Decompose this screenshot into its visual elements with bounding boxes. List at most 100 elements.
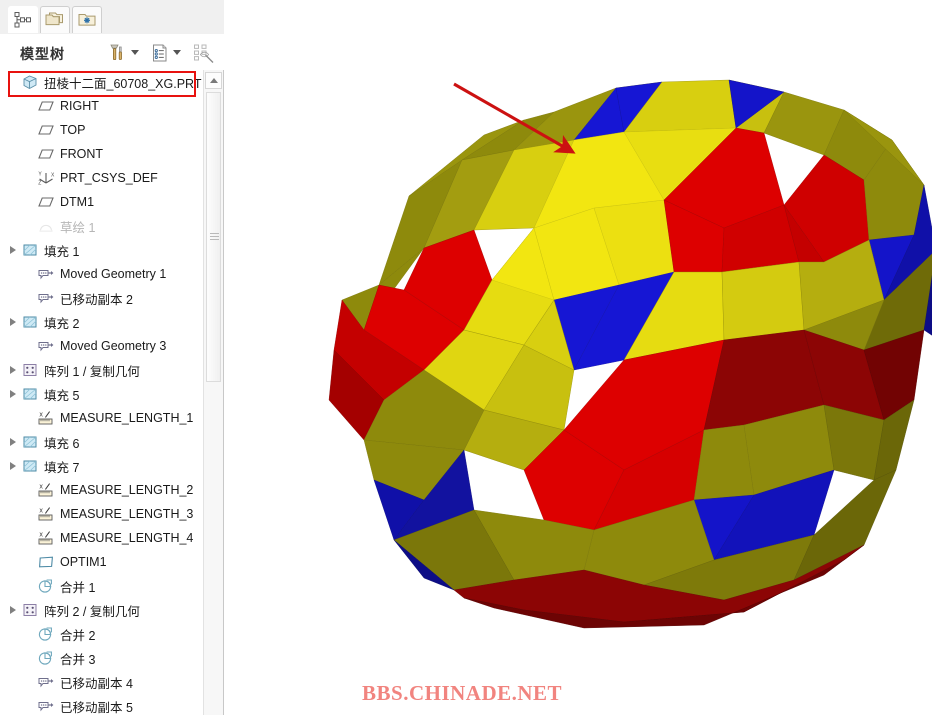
moved-geometry-icon xyxy=(36,264,56,284)
datum-plane-icon xyxy=(36,96,56,116)
tree-item-15[interactable]: 填充 6 xyxy=(0,430,203,454)
tab-model-tree[interactable] xyxy=(8,6,38,33)
measure-length-icon: x xyxy=(36,528,56,548)
svg-text:x: x xyxy=(39,484,43,491)
tree-item-4[interactable]: Y Z X PRT_CSYS_DEF xyxy=(0,166,203,190)
triangle-right-glyph xyxy=(10,246,16,254)
tree-item-label: OPTIM1 xyxy=(60,555,107,569)
polyhedron-model[interactable] xyxy=(224,0,932,715)
tree-vertical-scrollbar[interactable] xyxy=(203,70,223,715)
tree-item-18[interactable]: x MEASURE_LENGTH_3 xyxy=(0,502,203,526)
merge-icon xyxy=(38,651,52,665)
coord-system-icon: Y Z X xyxy=(38,172,55,187)
tree-item-label: MEASURE_LENGTH_4 xyxy=(60,531,194,545)
measure-length-icon: x xyxy=(38,531,53,545)
part-cube-icon xyxy=(23,75,37,90)
tree-item-20[interactable]: OPTIM1 xyxy=(0,550,203,574)
tree-item-17[interactable]: x MEASURE_LENGTH_2 xyxy=(0,478,203,502)
tree-item-8[interactable]: Moved Geometry 1 xyxy=(0,262,203,286)
pattern-icon xyxy=(23,364,37,376)
svg-text:Z: Z xyxy=(38,180,41,186)
tree-item-21[interactable]: 合并 1 xyxy=(0,574,203,598)
tree-item-23[interactable]: 合并 2 xyxy=(0,622,203,646)
tab-favorites[interactable] xyxy=(72,6,102,33)
quilt-icon xyxy=(39,556,54,568)
chevron-down-icon[interactable] xyxy=(131,50,139,55)
tree-item-2[interactable]: TOP xyxy=(0,118,203,142)
merge-icon xyxy=(38,579,52,593)
fill-surface-icon xyxy=(20,456,40,476)
tree-item-5[interactable]: DTM1 xyxy=(0,190,203,214)
application-window: 模型树 扭棱十二面_60708_XG.PRT RIGHT TOP FRONT Y… xyxy=(0,0,932,715)
scroll-thumb[interactable] xyxy=(206,92,221,382)
scroll-up-icon[interactable] xyxy=(205,72,222,89)
expand-triangle-icon[interactable] xyxy=(6,382,20,406)
expand-triangle-icon[interactable] xyxy=(6,238,20,262)
tree-item-0[interactable]: 扭棱十二面_60708_XG.PRT xyxy=(0,70,203,94)
tree-item-24[interactable]: 合并 3 xyxy=(0,646,203,670)
expand-triangle-icon[interactable] xyxy=(6,598,20,622)
settings-tools-icon[interactable] xyxy=(108,43,128,68)
model-tree-panel: 模型树 扭棱十二面_60708_XG.PRT RIGHT TOP FRONT Y… xyxy=(0,0,224,715)
svg-text:Y: Y xyxy=(38,172,42,178)
datum-plane-icon xyxy=(38,149,54,159)
tree-item-label: DTM1 xyxy=(60,195,95,209)
tree-item-6[interactable]: 草绘 1 xyxy=(0,214,203,238)
tree-item-9[interactable]: 已移动副本 2 xyxy=(0,286,203,310)
moved-geometry-icon xyxy=(38,342,54,352)
tree-item-25[interactable]: 已移动副本 4 xyxy=(0,670,203,694)
tree-item-26[interactable]: 已移动副本 5 xyxy=(0,694,203,715)
tree-item-label: MEASURE_LENGTH_3 xyxy=(60,507,194,521)
expand-triangle-icon[interactable] xyxy=(6,358,20,382)
tree-item-16[interactable]: 填充 7 xyxy=(0,454,203,478)
tree-item-label: 填充 1 xyxy=(44,244,80,259)
pattern-icon xyxy=(23,604,37,616)
tree-item-7[interactable]: 填充 1 xyxy=(0,238,203,262)
list-options-icon[interactable] xyxy=(150,43,170,68)
datum-plane-icon xyxy=(36,120,56,140)
chevron-down-icon[interactable] xyxy=(173,50,181,55)
tab-folders[interactable] xyxy=(40,6,70,33)
measure-length-icon: x xyxy=(36,408,56,428)
scroll-thumb-grip xyxy=(210,233,219,242)
expand-triangle-icon[interactable] xyxy=(6,310,20,334)
moved-geometry-icon xyxy=(38,270,54,280)
tree-item-22[interactable]: 阵列 2 / 复制几何 xyxy=(0,598,203,622)
tree-item-label: 已移动副本 2 xyxy=(60,292,133,307)
triangle-right-glyph xyxy=(10,390,16,398)
tree-item-11[interactable]: Moved Geometry 3 xyxy=(0,334,203,358)
tree-item-1[interactable]: RIGHT xyxy=(0,94,203,118)
model-tree-list[interactable]: 扭棱十二面_60708_XG.PRT RIGHT TOP FRONT Y Z X PRT… xyxy=(0,70,203,715)
svg-text:x: x xyxy=(39,412,43,419)
merge-icon xyxy=(38,627,52,641)
folder-stack-icon xyxy=(45,12,63,26)
tree-item-3[interactable]: FRONT xyxy=(0,142,203,166)
tree-item-13[interactable]: 填充 5 xyxy=(0,382,203,406)
filter-tree-icon[interactable] xyxy=(193,43,215,68)
moved-geometry-icon xyxy=(36,336,56,356)
svg-text:x: x xyxy=(39,508,43,515)
fill-surface-icon xyxy=(20,432,40,452)
tree-item-12[interactable]: 阵列 1 / 复制几何 xyxy=(0,358,203,382)
svg-text:X: X xyxy=(51,172,55,178)
merge-icon xyxy=(36,648,56,668)
tree-item-10[interactable]: 填充 2 xyxy=(0,310,203,334)
measure-length-icon: x xyxy=(38,507,53,521)
tree-item-label: 合并 1 xyxy=(60,580,96,595)
triangle-up-glyph xyxy=(209,78,218,83)
expand-triangle-icon[interactable] xyxy=(6,454,20,478)
tree-item-label: MEASURE_LENGTH_2 xyxy=(60,483,194,497)
tree-item-19[interactable]: x MEASURE_LENGTH_4 xyxy=(0,526,203,550)
expand-triangle-icon[interactable] xyxy=(6,430,20,454)
graphics-viewport[interactable]: BBS.CHINADE.NET xyxy=(224,0,932,715)
tree-item-label: TOP xyxy=(60,123,86,137)
tree-item-14[interactable]: x MEASURE_LENGTH_1 xyxy=(0,406,203,430)
